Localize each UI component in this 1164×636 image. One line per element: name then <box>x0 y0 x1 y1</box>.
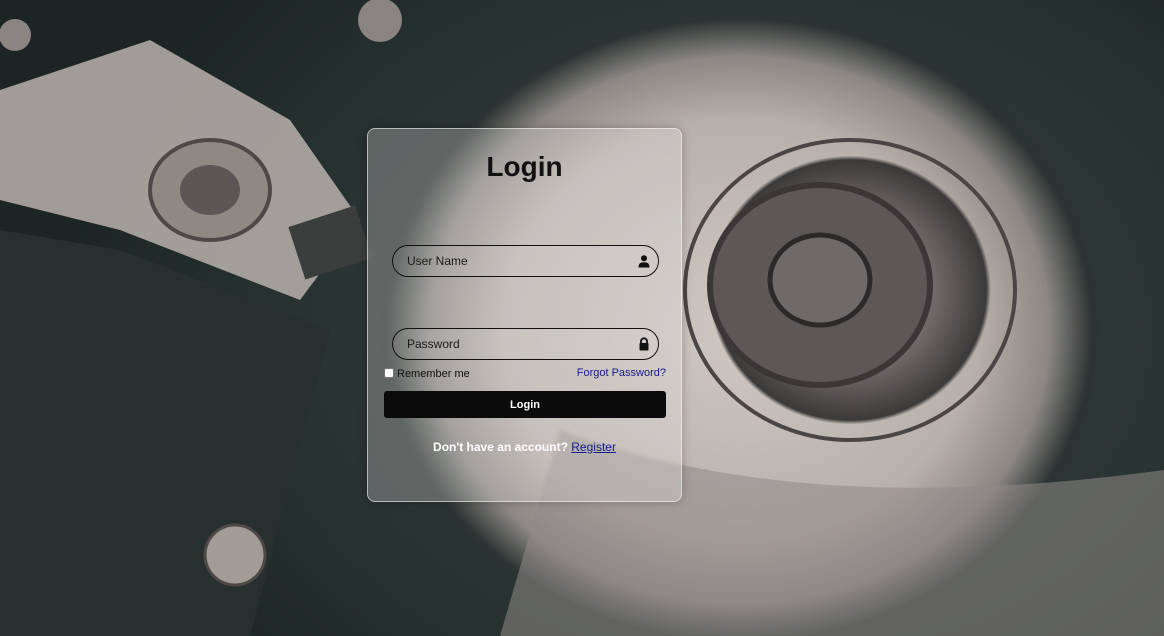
user-icon <box>637 254 651 268</box>
username-field-wrapper <box>392 245 659 277</box>
password-input[interactable] <box>393 329 658 359</box>
login-button[interactable]: Login <box>384 391 666 418</box>
lock-icon <box>637 337 651 351</box>
login-title: Login <box>486 151 563 182</box>
username-input[interactable] <box>393 246 658 276</box>
register-prompt: Don't have an account? <box>433 440 568 454</box>
register-row: Don't have an account? Register <box>368 440 681 454</box>
remember-me-label[interactable]: Remember me <box>397 368 470 380</box>
remember-row: Remember me Forgot Password? <box>384 367 666 381</box>
login-card: Login Remember me Forgot Password? Login… <box>367 128 682 502</box>
forgot-password-link[interactable]: Forgot Password? <box>577 367 666 379</box>
password-field-wrapper <box>392 328 659 360</box>
register-link[interactable]: Register <box>571 440 616 454</box>
remember-me-checkbox[interactable] <box>384 368 394 378</box>
